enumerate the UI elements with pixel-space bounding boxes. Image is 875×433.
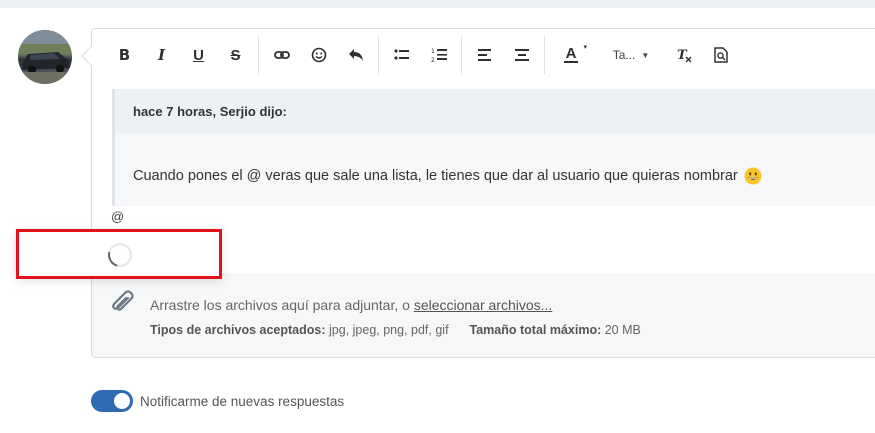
notify-toggle[interactable] <box>91 390 133 412</box>
notify-label[interactable]: Notificarme de nuevas respuestas <box>140 394 344 409</box>
text-color-letter: A <box>563 45 579 63</box>
file-types-label: Tipos de archivos aceptados: <box>150 323 326 337</box>
toolbar-divider <box>461 36 462 74</box>
emoji-button[interactable] <box>300 37 337 73</box>
attachment-limits: Tipos de archivos aceptados: jpg, jpeg, … <box>150 323 641 337</box>
quote-text: Cuando pones el @ veras que sale una lis… <box>133 168 738 184</box>
link-icon <box>273 51 290 59</box>
editor-typed-text[interactable]: @ <box>111 209 124 224</box>
preview-icon <box>713 47 728 63</box>
font-size-dropdown[interactable]: Ta... ▼ <box>603 37 659 73</box>
paperclip-icon <box>112 290 134 311</box>
svg-text:2: 2 <box>431 57 435 63</box>
bullet-list-icon <box>393 49 409 60</box>
caret-down-icon: ▾ <box>583 44 587 51</box>
user-avatar[interactable] <box>18 30 72 84</box>
text-color-button[interactable]: A ▾ <box>549 37 593 73</box>
caret-down-icon: ▼ <box>641 50 650 60</box>
clear-format-icon: T <box>677 48 691 63</box>
file-types-value: jpg, jpeg, png, pdf, gif <box>329 323 449 337</box>
editor-toolbar: B I U S 1 2 A ▾ Ta... ▼ T <box>92 29 875 81</box>
mention-suggestions-loading <box>16 229 222 279</box>
preview-button[interactable] <box>702 37 739 73</box>
align-center-icon <box>514 49 529 61</box>
svg-text:1: 1 <box>431 48 435 55</box>
quote-reply-button[interactable] <box>337 37 374 73</box>
italic-button[interactable]: I <box>143 37 180 73</box>
clear-format-button[interactable]: T <box>665 37 702 73</box>
top-strip <box>0 0 875 8</box>
align-left-icon <box>477 49 491 61</box>
bold-button[interactable]: B <box>106 37 143 73</box>
quote-body: Cuando pones el @ veras que sale una lis… <box>115 133 875 185</box>
quote-header: hace 7 horas, Serjio dijo: <box>115 89 875 133</box>
toolbar-divider <box>258 36 259 74</box>
avatar-car-photo <box>18 30 72 84</box>
toolbar-divider <box>378 36 379 74</box>
grinning-emoji-icon <box>744 167 762 185</box>
numbered-list-icon: 1 2 <box>431 48 447 63</box>
drop-text: Arrastre los archivos aquí para adjuntar… <box>150 297 414 313</box>
select-files-link[interactable]: seleccionar archivos... <box>414 297 553 313</box>
max-size-value: 20 MB <box>604 323 641 337</box>
align-center-button[interactable] <box>503 37 540 73</box>
attachment-dropzone[interactable] <box>92 273 875 357</box>
bullet-list-button[interactable] <box>383 37 420 73</box>
attachment-instructions: Arrastre los archivos aquí para adjuntar… <box>150 297 552 313</box>
numbered-list-button[interactable]: 1 2 <box>420 37 457 73</box>
strikethrough-button[interactable]: S <box>217 37 254 73</box>
link-button[interactable] <box>263 37 300 73</box>
toolbar-divider <box>544 36 545 74</box>
loading-spinner-icon <box>103 238 137 272</box>
underline-button[interactable]: U <box>180 37 217 73</box>
smiley-icon <box>311 47 326 63</box>
align-left-button[interactable] <box>466 37 503 73</box>
max-size-label: Tamaño total máximo: <box>469 323 602 337</box>
reply-arrow-icon <box>348 49 363 61</box>
quoted-message: hace 7 horas, Serjio dijo: Cuando pones … <box>112 89 875 206</box>
font-size-label: Ta... <box>612 48 636 62</box>
toggle-knob <box>114 393 130 409</box>
